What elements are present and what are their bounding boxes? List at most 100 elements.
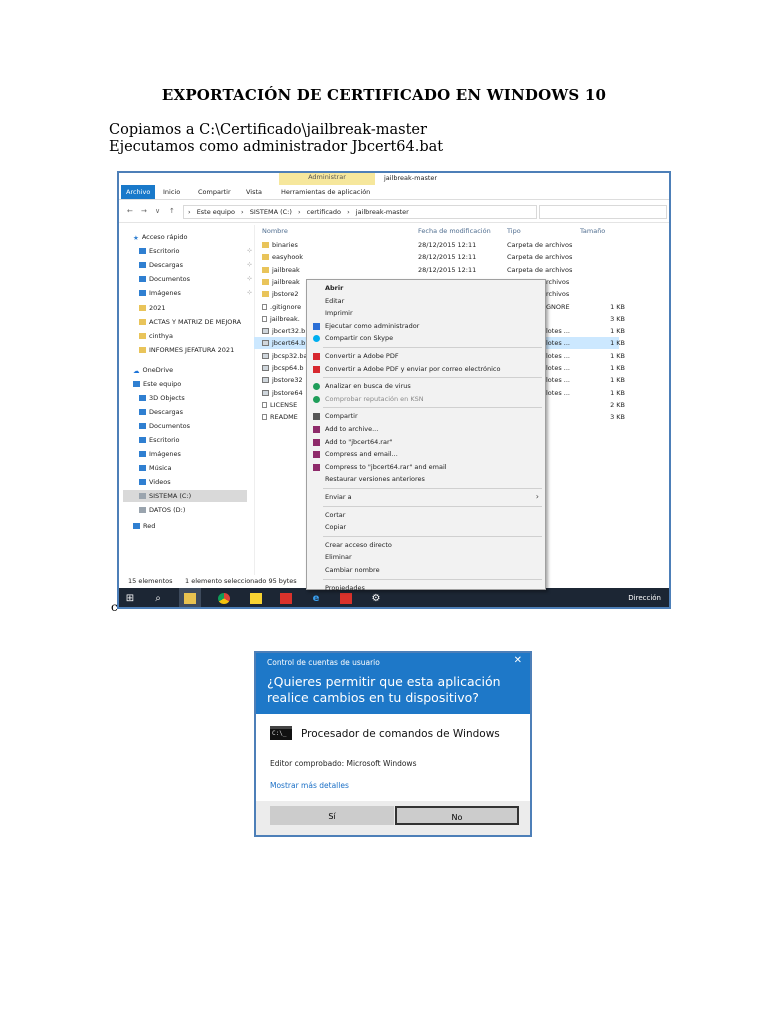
menu-item[interactable]: Compartir [307, 410, 545, 422]
nav-item[interactable]: Red [133, 520, 155, 532]
nav-item[interactable]: Escritorio ⊹ [139, 245, 252, 257]
nav-item[interactable]: Descargas [139, 406, 183, 418]
nav-item[interactable]: 3D Objects [139, 392, 185, 404]
show-more-details-link[interactable]: Mostrar más detalles [270, 781, 349, 790]
menu-item[interactable]: Enviar a › [307, 491, 545, 503]
yes-button[interactable]: Sí [270, 806, 394, 825]
file-row[interactable]: jailbreak 28/12/2015 12:11 Carpeta de arch… [254, 264, 669, 276]
tab-archivo[interactable]: Archivo [121, 185, 156, 199]
menu-item[interactable]: Copiar [307, 521, 545, 533]
remote-app-icon[interactable] [275, 588, 297, 607]
nav-item-label: OneDrive [142, 366, 174, 374]
menu-item[interactable]: Abrir [307, 282, 545, 294]
breadcrumb-item[interactable]: SISTEMA (C:) [250, 208, 292, 216]
menu-item[interactable]: Crear acceso directo [307, 539, 545, 551]
col-date[interactable]: Fecha de modificación [418, 227, 491, 235]
nav-item[interactable]: SISTEMA (C:) [123, 490, 247, 502]
nav-item[interactable]: Este equipo [133, 378, 181, 390]
back-icon[interactable]: ← [127, 207, 133, 215]
tab-vista[interactable]: Vista [246, 188, 262, 196]
menu-item[interactable]: Analizar en busca de virus [307, 380, 545, 392]
menu-item[interactable]: Cortar [307, 509, 545, 521]
taskbar-address-label: Dirección [628, 594, 661, 602]
menu-item[interactable]: Convertir a Adobe PDF [307, 350, 545, 362]
menu-item[interactable]: Editar [307, 295, 545, 307]
file-size: 1 KB [610, 376, 625, 385]
pin-icon[interactable]: ⊹ [247, 273, 252, 285]
nav-item[interactable]: DATOS (D:) [139, 504, 185, 516]
col-name[interactable]: Nombre [262, 227, 288, 235]
nav-item[interactable]: Videos [139, 476, 171, 488]
menu-item-label: Abrir [325, 284, 344, 292]
menu-item-label: Analizar en busca de virus [325, 382, 411, 391]
nav-item[interactable]: 2021 [139, 302, 166, 314]
nav-item-label: Descargas [149, 261, 184, 269]
menu-item[interactable]: Convertir a Adobe PDF y enviar por corre… [307, 363, 545, 375]
nav-item[interactable]: Documentos [139, 420, 190, 432]
breadcrumb-item[interactable]: › [188, 208, 191, 216]
nav-item[interactable]: INFORMES JEFATURA 2021 [139, 344, 234, 356]
manage-context-tab[interactable]: Administrar [279, 173, 375, 185]
nav-item[interactable]: cinthya [139, 330, 173, 342]
pin-icon[interactable]: ⊹ [247, 259, 252, 271]
stray-character: c [111, 600, 118, 614]
menu-separator [323, 347, 542, 348]
drive-icon [139, 493, 146, 499]
menu-item-label: Enviar a [325, 493, 352, 501]
menu-item-label: Convertir a Adobe PDF [325, 352, 399, 360]
menu-item[interactable]: Propiedades [307, 582, 545, 594]
file-row[interactable]: binaries 28/12/2015 12:11 Carpeta de archi… [254, 239, 669, 251]
tab-herramientas[interactable]: Herramientas de aplicación [281, 188, 370, 196]
breadcrumb-item[interactable]: certificado [307, 208, 341, 216]
menu-item[interactable]: Add to "jbcert64.rar" [307, 436, 545, 448]
chrome-icon[interactable] [213, 588, 235, 607]
nav-item[interactable]: Escritorio [139, 434, 180, 446]
menu-item[interactable]: Imprimir [307, 307, 545, 319]
menu-item[interactable]: Compress and email... [307, 448, 545, 460]
pin-icon[interactable]: ⊹ [247, 245, 252, 257]
address-field[interactable]: › Este equipo › SISTEMA (C:) › certifica… [183, 205, 537, 219]
tab-compartir[interactable]: Compartir [198, 188, 231, 196]
file-row[interactable]: easyhook 28/12/2015 12:11 Carpeta de archi… [254, 251, 669, 263]
menu-item[interactable]: Add to archive... [307, 423, 545, 435]
nav-item[interactable]: Música [139, 462, 171, 474]
breadcrumb-item[interactable]: jailbreak-master [356, 208, 409, 216]
menu-item[interactable]: Compress to "jbcert64.rar" and email [307, 461, 545, 473]
nav-item[interactable]: ★ Acceso rápido [133, 231, 187, 243]
close-icon[interactable]: ✕ [514, 655, 522, 666]
tab-inicio[interactable]: Inicio [163, 188, 180, 196]
location-icon [139, 395, 146, 401]
nav-item-label: Red [143, 522, 156, 530]
nav-item[interactable]: Descargas ⊹ [139, 259, 252, 271]
nav-item[interactable]: Imágenes ⊹ [139, 287, 252, 299]
menu-item[interactable]: Restaurar versiones anteriores [307, 473, 545, 485]
search-icon[interactable]: ⌕ [147, 588, 169, 607]
menu-item[interactable]: Eliminar [307, 551, 545, 563]
explorer-titlebar: Administrar jailbreak-master [119, 173, 669, 185]
menu-item-label: Restaurar versiones anteriores [325, 475, 425, 484]
col-type[interactable]: Tipo [507, 227, 521, 235]
up-icon[interactable]: ↑ [169, 207, 175, 215]
file-explorer-icon[interactable] [179, 588, 201, 607]
breadcrumb-item[interactable]: Este equipo [197, 208, 235, 216]
sticky-notes-icon[interactable] [245, 588, 267, 607]
search-input[interactable] [539, 205, 667, 219]
pin-icon[interactable]: ⊹ [247, 287, 252, 299]
menu-item-label: Copiar [325, 523, 347, 532]
nav-item-label: Música [149, 464, 172, 472]
nav-item[interactable]: Documentos ⊹ [139, 273, 252, 285]
menu-item[interactable]: Ejecutar como administrador [307, 320, 545, 332]
menu-item[interactable]: Compartir con Skype [307, 332, 545, 344]
location-icon [139, 479, 146, 485]
breadcrumb-sep: › [347, 208, 350, 216]
recent-dropdown-icon[interactable]: ∨ [155, 207, 160, 215]
nav-item[interactable]: ACTAS Y MATRIZ DE MEJORA [139, 316, 241, 328]
folder-icon [139, 319, 146, 325]
no-button[interactable]: No [395, 806, 519, 825]
forward-icon[interactable]: → [141, 207, 147, 215]
start-icon[interactable]: ⊞ [119, 588, 141, 607]
nav-item[interactable]: Imágenes [139, 448, 181, 460]
nav-item[interactable]: ☁ OneDrive [133, 364, 173, 376]
menu-item[interactable]: Cambiar nombre [307, 564, 545, 576]
col-size[interactable]: Tamaño [580, 227, 605, 235]
